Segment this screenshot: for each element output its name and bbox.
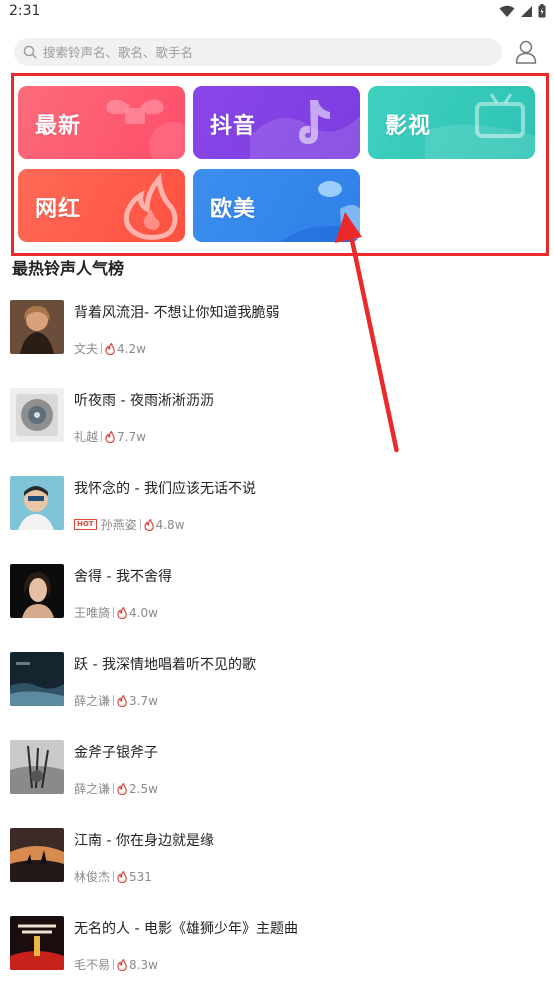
album-cover: [10, 652, 64, 706]
divider: [101, 343, 103, 354]
play-count: 8.3w: [129, 957, 158, 972]
artist-name: 林俊杰: [74, 870, 111, 884]
song-title: 无名的人 - 电影《雄狮少年》主题曲: [74, 921, 298, 937]
search-bar[interactable]: [14, 38, 502, 66]
artist-name: 王唯旖: [74, 606, 111, 620]
divider: [113, 607, 115, 618]
section-title: 最热铃声人气榜: [12, 259, 125, 278]
artist-name: 孙燕姿: [100, 518, 137, 532]
artist-name: 薛之谦: [74, 782, 111, 796]
status-bar: 2:31: [0, 0, 554, 26]
song-title: 跃 - 我深情地唱着听不见的歌: [74, 657, 256, 673]
song-meta: 薛之谦 2.5w: [74, 780, 158, 797]
status-icons: [499, 4, 546, 18]
song-meta: 林俊杰 531: [74, 868, 152, 885]
song-row[interactable]: 听夜雨 - 夜雨淅淅沥沥 礼越 7.7w: [0, 388, 554, 476]
song-row[interactable]: 跃 - 我深情地唱着听不见的歌 薛之谦 3.7w: [0, 652, 554, 740]
song-row[interactable]: 金斧子银斧子 薛之谦 2.5w: [0, 740, 554, 828]
artist-name: 礼越: [74, 430, 99, 444]
play-count: 4.0w: [129, 605, 158, 620]
song-row[interactable]: 我怀念的 - 我们应该无话不说 HOT 孙燕姿 4.8w: [0, 476, 554, 564]
song-meta: 薛之谦 3.7w: [74, 692, 158, 709]
artist-name: 毛不易: [74, 958, 111, 972]
play-count: 3.7w: [129, 693, 158, 708]
divider: [139, 519, 141, 530]
song-list: 背着风流泪- 不想让你知道我脆弱 文夫 4.2w 听夜雨 - 夜雨淅淅沥沥 礼越…: [0, 300, 554, 985]
song-title: 舍得 - 我不舍得: [74, 569, 172, 585]
song-meta: 文夫 4.2w: [74, 340, 146, 357]
album-cover: [10, 828, 64, 882]
album-cover: [10, 916, 64, 970]
search-icon: [23, 45, 37, 59]
signal-icon: [521, 5, 532, 17]
wifi-icon: [499, 5, 515, 17]
song-meta: 王唯旖 4.0w: [74, 604, 158, 621]
fire-icon: [105, 342, 115, 355]
play-count: 531: [129, 869, 152, 884]
song-title: 金斧子银斧子: [74, 745, 158, 761]
user-icon: [515, 40, 537, 64]
album-cover: [10, 300, 64, 354]
song-title: 听夜雨 - 夜雨淅淅沥沥: [74, 393, 214, 409]
hot-badge: HOT: [74, 519, 97, 530]
fire-icon: [117, 958, 127, 971]
song-meta: HOT 孙燕姿 4.8w: [74, 516, 185, 533]
play-count: 7.7w: [117, 429, 146, 444]
battery-icon: [538, 4, 546, 18]
fire-icon: [117, 870, 127, 883]
fire-icon: [105, 430, 115, 443]
album-cover: [10, 388, 64, 442]
song-title: 江南 - 你在身边就是缘: [74, 833, 214, 849]
divider: [113, 783, 115, 794]
highlight-box: [11, 73, 549, 256]
divider: [113, 959, 115, 970]
status-time: 2:31: [9, 3, 41, 19]
fire-icon: [117, 782, 127, 795]
song-row[interactable]: 舍得 - 我不舍得 王唯旖 4.0w: [0, 564, 554, 652]
play-count: 4.2w: [117, 341, 146, 356]
album-cover: [10, 740, 64, 794]
play-count: 4.8w: [155, 517, 185, 532]
song-row[interactable]: 无名的人 - 电影《雄狮少年》主题曲 毛不易 8.3w: [0, 916, 554, 985]
play-count: 2.5w: [129, 781, 158, 796]
album-cover: [10, 564, 64, 618]
song-row[interactable]: 背着风流泪- 不想让你知道我脆弱 文夫 4.2w: [0, 300, 554, 388]
song-row[interactable]: 江南 - 你在身边就是缘 林俊杰 531: [0, 828, 554, 916]
divider: [113, 871, 115, 882]
fire-icon: [117, 606, 127, 619]
song-title: 背着风流泪- 不想让你知道我脆弱: [74, 305, 280, 321]
artist-name: 文夫: [74, 342, 99, 356]
search-input[interactable]: [43, 44, 483, 60]
fire-icon: [144, 518, 154, 531]
song-title: 我怀念的 - 我们应该无话不说: [74, 481, 256, 497]
profile-button[interactable]: [512, 38, 540, 66]
divider: [113, 695, 115, 706]
artist-name: 薛之谦: [74, 694, 111, 708]
fire-icon: [117, 694, 127, 707]
divider: [101, 431, 103, 442]
song-meta: 毛不易 8.3w: [74, 956, 158, 973]
album-cover: [10, 476, 64, 530]
song-meta: 礼越 7.7w: [74, 428, 146, 445]
